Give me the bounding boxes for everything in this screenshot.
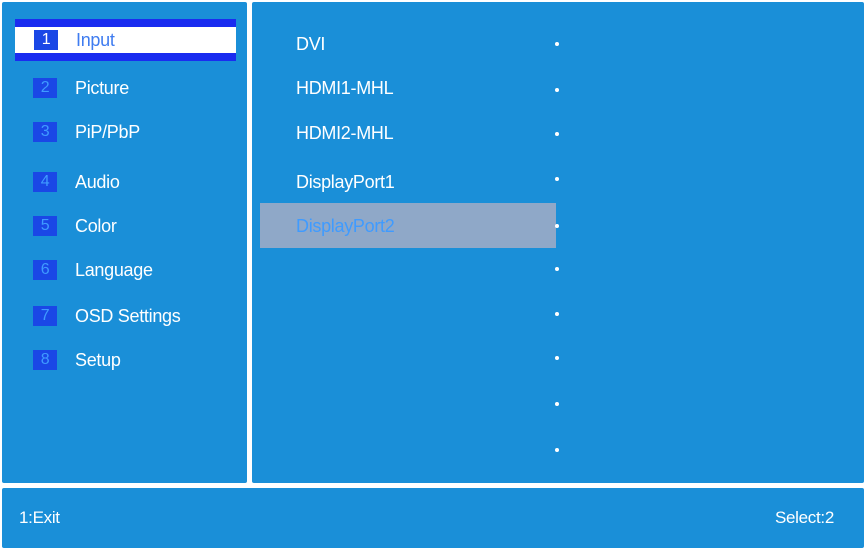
- menu-item-label: PiP/PbP: [75, 121, 140, 142]
- option-hdmi2-mhl[interactable]: HDMI2-MHL: [296, 121, 394, 145]
- option-hdmi1-mhl[interactable]: HDMI1-MHL: [296, 76, 394, 100]
- menu-item-label: OSD Settings: [75, 305, 181, 326]
- menu-item-number: 8: [33, 350, 57, 370]
- menu-item-pip-pbp[interactable]: 3 PiP/PbP: [14, 117, 234, 147]
- input-options-panel: DVI HDMI1-MHL HDMI2-MHL DisplayPort1 Dis…: [252, 2, 864, 483]
- menu-item-input[interactable]: 1 Input: [15, 19, 236, 61]
- option-displayport2[interactable]: DisplayPort2: [296, 214, 395, 238]
- value-dot: [555, 224, 559, 228]
- menu-item-number: 1: [34, 30, 58, 50]
- main-menu-sidebar: 1 Input 2 Picture 3 PiP/PbP 4 Audio 5 Co…: [2, 2, 247, 483]
- menu-item-label: Picture: [75, 77, 129, 98]
- value-dot: [555, 42, 559, 46]
- exit-hint: 1:Exit: [19, 508, 60, 527]
- value-dot: [555, 88, 559, 92]
- menu-item-label: Input: [76, 29, 115, 50]
- menu-item-color[interactable]: 5 Color: [14, 211, 234, 241]
- menu-item-language[interactable]: 6 Language: [14, 255, 234, 285]
- value-dot: [555, 132, 559, 136]
- osd-footer: 1:Exit Select:2: [2, 488, 864, 548]
- value-dot: [555, 356, 559, 360]
- menu-item-setup[interactable]: 8 Setup: [14, 345, 234, 375]
- option-dvi[interactable]: DVI: [296, 32, 325, 56]
- menu-item-number: 3: [33, 122, 57, 142]
- menu-item-label: Color: [75, 215, 117, 236]
- menu-item-picture[interactable]: 2 Picture: [14, 73, 234, 103]
- value-dot: [555, 177, 559, 181]
- menu-item-label: Audio: [75, 171, 120, 192]
- menu-item-number: 4: [33, 172, 57, 192]
- menu-item-audio[interactable]: 4 Audio: [14, 167, 234, 197]
- option-displayport1[interactable]: DisplayPort1: [296, 170, 395, 194]
- value-dot: [555, 312, 559, 316]
- menu-item-number: 2: [33, 78, 57, 98]
- value-dot: [555, 267, 559, 271]
- menu-item-osd-settings[interactable]: 7 OSD Settings: [14, 301, 234, 331]
- menu-item-label: Language: [75, 259, 153, 280]
- select-hint: Select:2: [774, 508, 834, 527]
- menu-item-number: 6: [33, 260, 57, 280]
- value-dot: [555, 448, 559, 452]
- value-dot: [555, 402, 559, 406]
- menu-item-number: 5: [33, 216, 57, 236]
- menu-item-label: Setup: [75, 349, 121, 370]
- menu-item-number: 7: [33, 306, 57, 326]
- osd-menu: 1 Input 2 Picture 3 PiP/PbP 4 Audio 5 Co…: [0, 0, 866, 550]
